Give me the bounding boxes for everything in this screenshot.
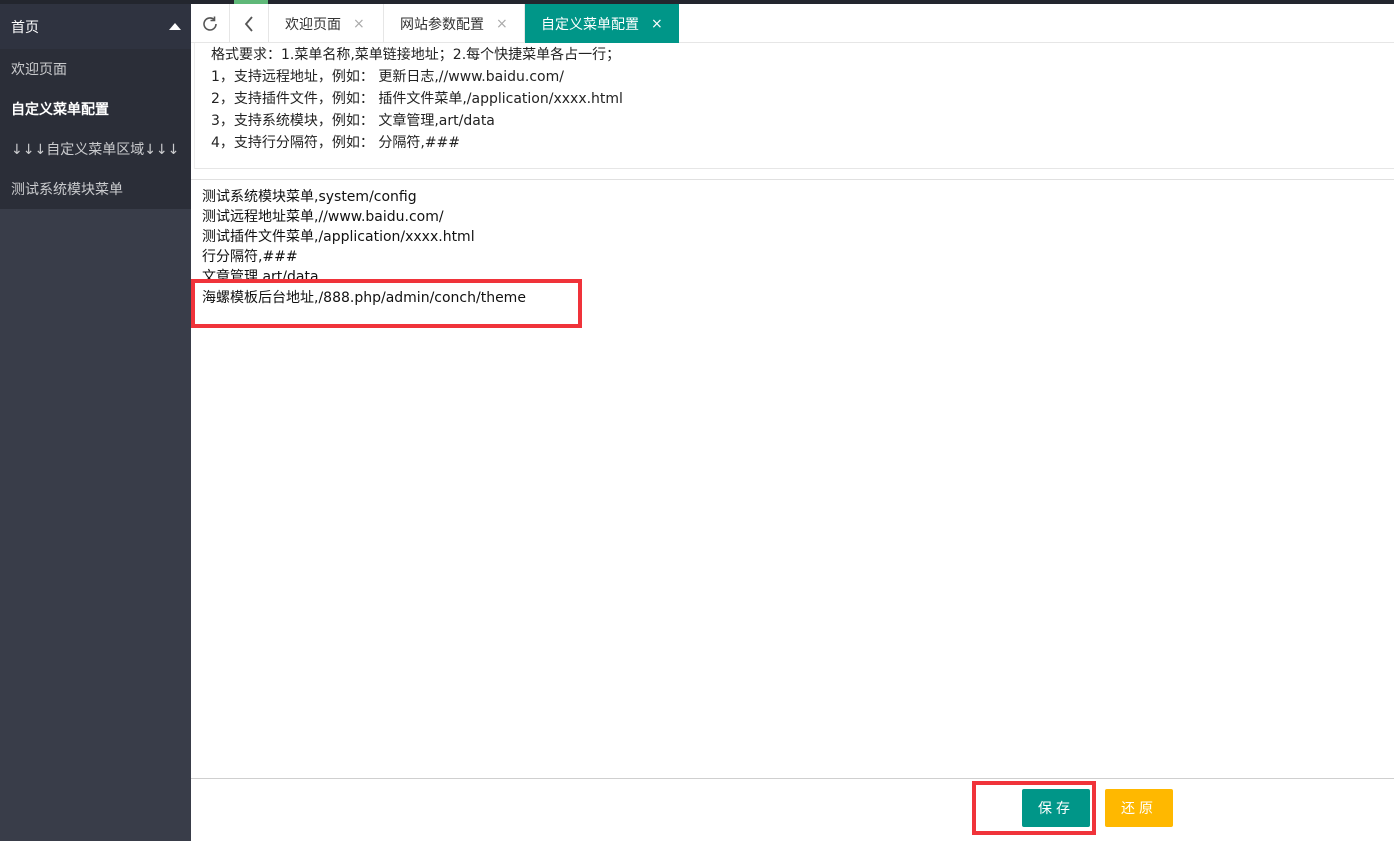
sidebar-submenu: 欢迎页面 自定义菜单配置 ↓↓↓自定义菜单区域↓↓↓ 测试系统模块菜单 xyxy=(0,49,191,209)
help-format-line: 格式要求：1.菜单名称,菜单链接地址；2.每个快捷菜单各占一行； xyxy=(211,47,621,63)
chevron-left-icon xyxy=(244,15,253,32)
menu-config-textarea[interactable]: 测试系统模块菜单,system/config 测试远程地址菜单,//www.ba… xyxy=(191,179,1394,779)
sidebar-home-label: 首页 xyxy=(11,19,39,36)
close-icon[interactable]: × xyxy=(353,16,365,32)
sidebar-item-label: 欢迎页面 xyxy=(11,62,67,78)
editor-line: 测试远程地址菜单,//www.baidu.com/ xyxy=(202,209,444,225)
sidebar-home-header[interactable]: 首页 xyxy=(0,4,191,49)
close-icon[interactable]: × xyxy=(496,16,508,32)
help-example-plugin: 2，支持插件文件，例如： 插件文件菜单,/application/xxxx.ht… xyxy=(211,91,623,107)
back-button[interactable] xyxy=(230,4,269,43)
editor-line: 测试系统模块菜单,system/config xyxy=(202,189,417,205)
tab-bar: 欢迎页面 × 网站参数配置 × 自定义菜单配置 × xyxy=(191,4,1394,43)
refresh-button[interactable] xyxy=(191,4,230,43)
format-help-panel: 格式要求：1.菜单名称,菜单链接地址；2.每个快捷菜单各占一行； 1，支持远程地… xyxy=(194,43,1394,169)
tab-label: 欢迎页面 xyxy=(285,16,341,33)
sidebar-item-custom-menu-config[interactable]: 自定义菜单配置 xyxy=(0,89,191,129)
editor-line: 行分隔符,### xyxy=(202,249,298,265)
help-example-remote: 1，支持远程地址，例如： 更新日志,//www.baidu.com/ xyxy=(211,69,564,85)
highlight-box-save xyxy=(972,781,1096,835)
refresh-icon xyxy=(203,16,217,31)
help-example-module: 3，支持系统模块，例如： 文章管理,art/data xyxy=(211,113,495,129)
sidebar-item-label: ↓↓↓自定义菜单区域↓↓↓ xyxy=(11,142,180,158)
tab-welcome[interactable]: 欢迎页面 × xyxy=(269,4,384,43)
sidebar: 首页 欢迎页面 自定义菜单配置 ↓↓↓自定义菜单区域↓↓↓ 测试系统模块菜单 xyxy=(0,4,191,841)
caret-up-icon[interactable] xyxy=(169,23,181,30)
sidebar-item-custom-menu-area[interactable]: ↓↓↓自定义菜单区域↓↓↓ xyxy=(0,129,191,169)
sidebar-item-label: 测试系统模块菜单 xyxy=(11,182,123,198)
sidebar-item-welcome[interactable]: 欢迎页面 xyxy=(0,49,191,89)
tab-label: 网站参数配置 xyxy=(400,16,484,33)
editor-line: 测试插件文件菜单,/application/xxxx.html xyxy=(202,229,475,245)
highlight-box-new-line xyxy=(191,279,582,328)
tab-label: 自定义菜单配置 xyxy=(541,16,639,33)
sidebar-item-label: 自定义菜单配置 xyxy=(11,102,109,118)
reset-button[interactable]: 还原 xyxy=(1105,789,1173,827)
help-example-separator: 4，支持行分隔符，例如： 分隔符,### xyxy=(211,135,460,151)
close-icon[interactable]: × xyxy=(651,16,663,32)
sidebar-item-test-system-module[interactable]: 测试系统模块菜单 xyxy=(0,169,191,209)
tab-custom-menu-config[interactable]: 自定义菜单配置 × xyxy=(525,4,679,43)
tab-site-params[interactable]: 网站参数配置 × xyxy=(384,4,525,43)
